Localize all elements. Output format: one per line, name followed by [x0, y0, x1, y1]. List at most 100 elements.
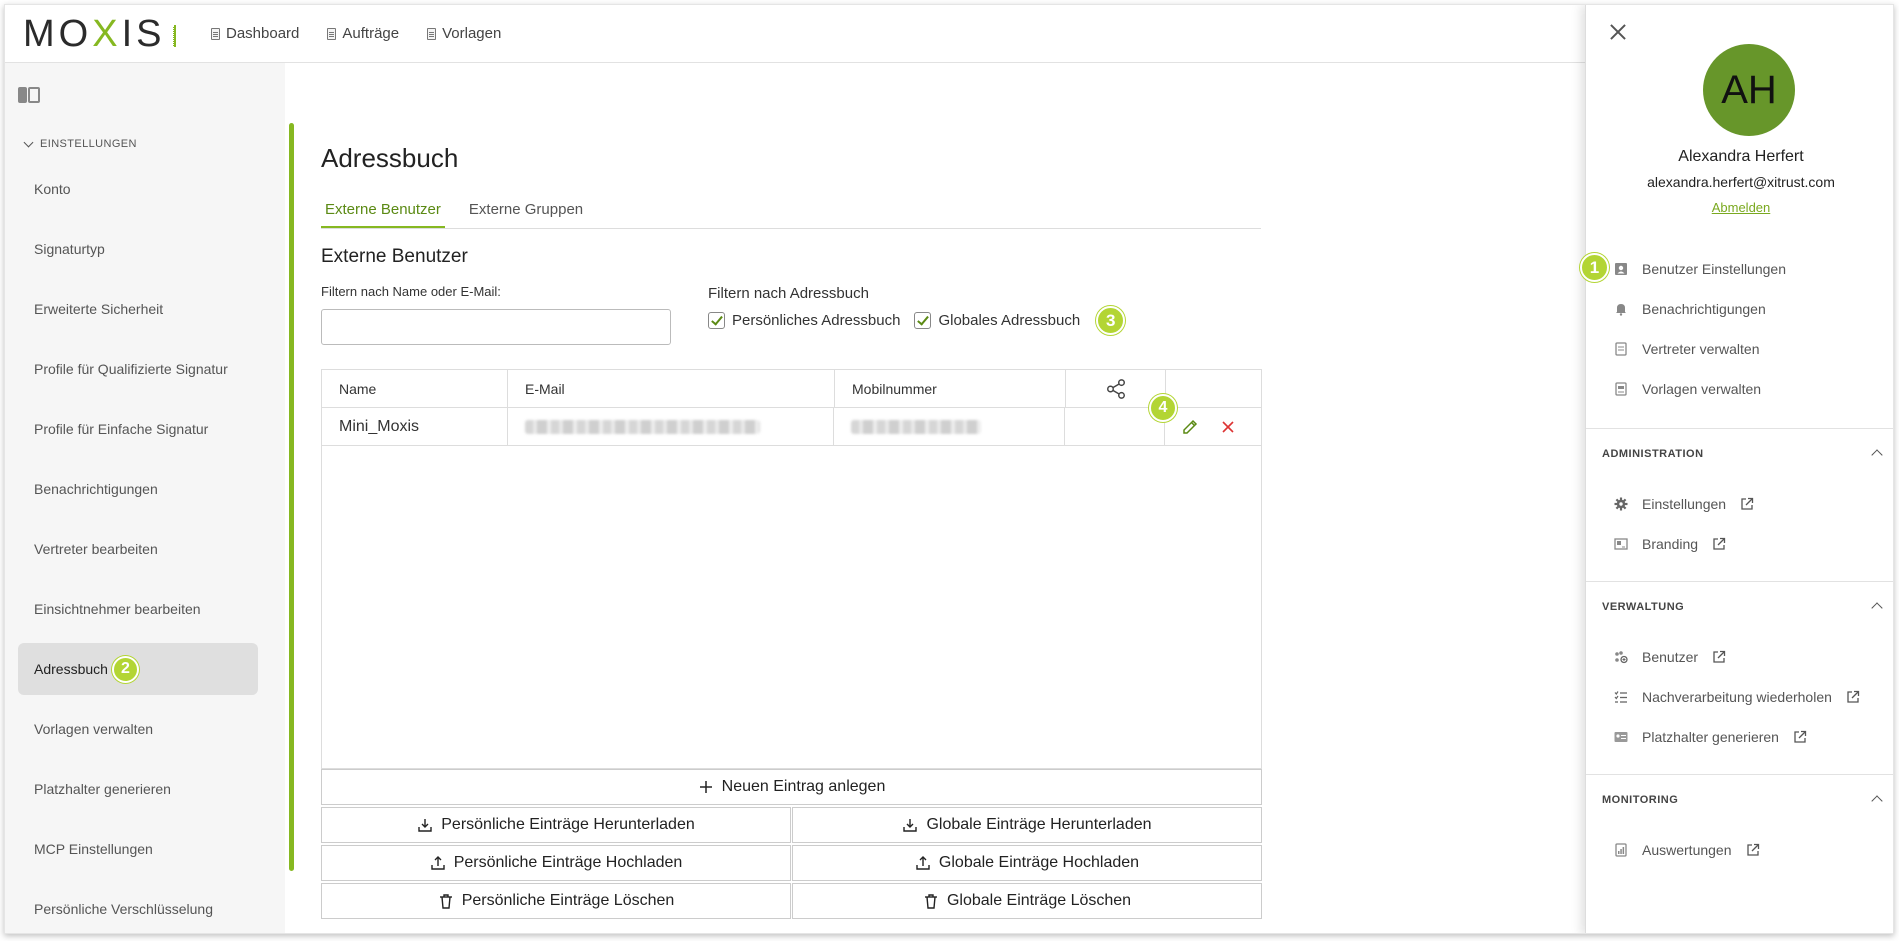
id-card-icon [1614, 732, 1628, 742]
divider [1586, 428, 1893, 429]
table-row[interactable]: Mini_Moxis 4 [322, 394, 1261, 446]
column-header-email[interactable]: E-Mail [508, 370, 835, 407]
panel-item-einstellungen[interactable]: Einstellungen [1614, 496, 1754, 512]
panel-item-user-settings[interactable]: Benutzer Einstellungen [1614, 261, 1786, 277]
sidebar-item-adressbuch[interactable]: Adressbuch 2 [18, 643, 258, 695]
download-global-button[interactable]: Globale Einträge Herunterladen [792, 807, 1262, 843]
delete-personal-button[interactable]: Persönliche Einträge Löschen [321, 883, 791, 919]
nav-dashboard[interactable]: Dashboard [211, 25, 299, 42]
sidebar-scrollbar-thumb[interactable] [289, 123, 294, 871]
sidebar-item-einsichtnehmer[interactable]: Einsichtnehmer bearbeiten [18, 583, 258, 635]
sidebar-item-label: Profile für Einfache Signatur [34, 421, 209, 437]
panel-item-branding[interactable]: Branding [1614, 536, 1726, 552]
external-link-icon [1713, 650, 1726, 663]
nav-templates[interactable]: Vorlagen [427, 25, 501, 42]
panel-item-deputies[interactable]: Vertreter verwalten [1614, 341, 1760, 357]
sidebar-item-signaturtyp[interactable]: Signaturtyp [18, 223, 258, 275]
cell-mobile-blurred [834, 408, 1066, 445]
sidebar-item-profile-qualifiziert[interactable]: Profile für Qualifizierte Signatur [18, 343, 258, 395]
external-link-icon [1847, 690, 1860, 703]
sidebar-item-mcp[interactable]: MCP Einstellungen [18, 823, 258, 875]
sidebar-item-vertreter[interactable]: Vertreter bearbeiten [18, 523, 258, 575]
panel-item-label: Einstellungen [1642, 496, 1727, 512]
user-email: alexandra.herfert@xitrust.com [1647, 174, 1835, 190]
sidebar-item-vorlagen[interactable]: Vorlagen verwalten [18, 703, 258, 755]
blurred-mobile [851, 419, 982, 434]
chevron-down-icon [23, 137, 34, 147]
download-icon [418, 819, 432, 832]
sidebar-item-profile-einfach[interactable]: Profile für Einfache Signatur [18, 403, 258, 455]
checkbox-checked-icon[interactable] [914, 312, 932, 329]
sidebar-item-platzhalter[interactable]: Platzhalter generieren [18, 763, 258, 815]
edit-pencil-icon[interactable] [1182, 419, 1198, 435]
cell-name: Mini_Moxis [322, 408, 508, 445]
chevron-up-icon[interactable] [1871, 602, 1883, 614]
tab-externe-gruppen[interactable]: Externe Gruppen [465, 193, 587, 228]
tab-externe-benutzer[interactable]: Externe Benutzer [321, 193, 445, 228]
gear-icon [1614, 497, 1628, 511]
upload-global-button[interactable]: Globale Einträge Hochladen [792, 845, 1262, 881]
panel-item-label: Benachrichtigungen [1642, 301, 1766, 317]
checklist-icon [1614, 691, 1627, 703]
nav-dashboard-label: Dashboard [226, 25, 300, 42]
filter-label: Filtern nach Name oder E-Mail: [321, 284, 501, 299]
download-icon [903, 819, 918, 832]
sidebar-item-verschluesselung[interactable]: Persönliche Verschlüsselung [18, 883, 258, 933]
external-link-icon [1746, 843, 1759, 856]
panel-item-benutzer[interactable]: Benutzer [1614, 649, 1726, 665]
filter-input[interactable] [321, 309, 671, 345]
logout-link[interactable]: Abmelden [1586, 200, 1893, 215]
moxis-logo[interactable]: MOXIS [23, 13, 177, 56]
checkbox-global-addressbook[interactable]: Globales Adressbuch [914, 312, 1080, 329]
download-personal-button[interactable]: Persönliche Einträge Herunterladen [321, 807, 791, 843]
delete-x-icon[interactable] [1220, 419, 1236, 435]
upload-personal-button[interactable]: Persönliche Einträge Hochladen [321, 845, 791, 881]
sidebar-list: Konto Signaturtyp Erweiterte Sicherheit … [18, 163, 258, 933]
user-card-icon [1615, 263, 1627, 275]
sidebar-item-konto[interactable]: Konto [18, 163, 258, 215]
upload-global-label: Globale Einträge Hochladen [938, 854, 1140, 871]
orders-doc-icon [327, 27, 337, 40]
column-header-name[interactable]: Name [322, 370, 508, 407]
avatar: AH [1703, 44, 1795, 136]
sidebar-item-label: MCP Einstellungen [34, 841, 153, 857]
step-badge-3: 3 [1096, 306, 1126, 335]
page-title: Adressbuch [321, 143, 459, 173]
external-link-icon [1713, 537, 1726, 550]
checkbox-checked-icon[interactable] [708, 312, 725, 329]
panel-item-templates[interactable]: Vorlagen verwalten [1614, 381, 1761, 397]
trash-icon [924, 894, 937, 909]
delete-global-button[interactable]: Globale Einträge Löschen [792, 883, 1262, 919]
blurred-email [524, 419, 760, 434]
external-link-icon [1741, 497, 1754, 510]
trash-icon [439, 894, 452, 909]
sidebar-toggle-icon[interactable] [18, 87, 42, 105]
settings-sidebar: EINSTELLUNGEN Konto Signaturtyp Erweiter… [5, 63, 285, 933]
panel-item-notifications[interactable]: Benachrichtigungen [1614, 301, 1766, 317]
new-entry-label: Neuen Eintrag anlegen [721, 778, 886, 795]
sidebar-item-label: Profile für Qualifizierte Signatur [34, 361, 228, 377]
share-icon [1106, 378, 1125, 399]
panel-item-label: Benutzer Einstellungen [1642, 261, 1786, 277]
sidebar-item-erweiterte-sicherheit[interactable]: Erweiterte Sicherheit [18, 283, 258, 335]
nav-orders-label: Aufträge [342, 25, 400, 42]
section-einstellungen[interactable]: EINSTELLUNGEN [23, 137, 137, 150]
main-nav: Dashboard Aufträge Vorlagen [211, 25, 501, 42]
close-icon[interactable] [1608, 22, 1628, 42]
step-badge-4: 4 [1149, 394, 1177, 422]
template-icon [1615, 382, 1627, 396]
checkbox-personal-addressbook[interactable]: Persönliches Adressbuch [708, 312, 900, 329]
delete-global-label: Globale Einträge Löschen [946, 892, 1132, 909]
new-entry-button[interactable]: Neuen Eintrag anlegen [321, 769, 1262, 805]
sidebar-item-benachrichtigungen[interactable]: Benachrichtigungen [18, 463, 258, 515]
panel-item-label: Auswertungen [1642, 842, 1732, 858]
panel-item-nachverarbeitung[interactable]: Nachverarbeitung wiederholen [1614, 689, 1860, 705]
column-header-mobile[interactable]: Mobilnummer [835, 370, 1066, 407]
external-link-icon [1794, 730, 1807, 743]
chevron-up-icon[interactable] [1871, 795, 1883, 807]
panel-item-platzhalter[interactable]: Platzhalter generieren [1614, 729, 1807, 745]
nav-orders[interactable]: Aufträge [327, 25, 399, 42]
panel-item-auswertungen[interactable]: Auswertungen [1614, 842, 1760, 858]
download-global-label: Globale Einträge Herunterladen [926, 816, 1152, 833]
chevron-up-icon[interactable] [1871, 449, 1883, 461]
